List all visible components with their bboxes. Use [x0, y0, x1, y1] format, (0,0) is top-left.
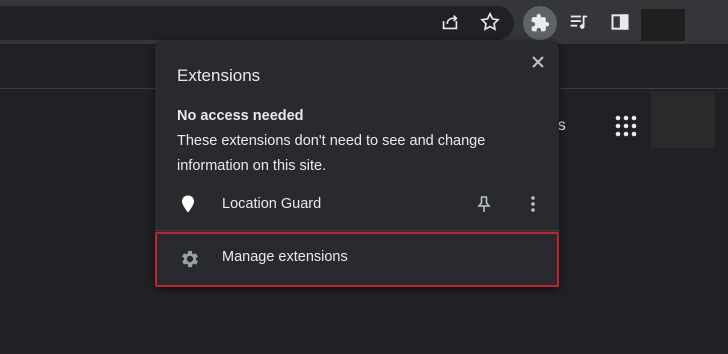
more-options-icon[interactable] — [523, 193, 543, 215]
media-queue-icon[interactable] — [567, 10, 591, 34]
section-heading: No access needed — [177, 108, 304, 124]
location-pin-icon — [178, 194, 198, 214]
manage-extensions-button[interactable]: Manage extensions — [155, 232, 559, 287]
section-description: These extensions don't need to see and c… — [177, 133, 486, 174]
manage-extensions-label: Manage extensions — [222, 249, 348, 265]
popup-title: Extensions — [177, 66, 261, 85]
popup-divider — [155, 230, 559, 231]
address-bar[interactable] — [0, 6, 514, 40]
close-icon[interactable] — [527, 51, 549, 73]
extensions-puzzle-icon[interactable] — [523, 6, 557, 40]
profile-avatar[interactable] — [641, 9, 685, 41]
side-panel-icon[interactable] — [608, 10, 632, 34]
extension-name[interactable]: Location Guard — [222, 196, 321, 212]
pin-icon[interactable] — [473, 193, 495, 215]
apps-grid-icon[interactable] — [614, 114, 638, 138]
share-icon[interactable] — [438, 10, 462, 34]
extension-row[interactable]: Location Guard — [155, 187, 559, 221]
gear-icon — [179, 248, 201, 270]
extensions-popup: Extensions No access needed These extens… — [155, 41, 559, 287]
browser-toolbar — [0, 0, 728, 44]
bookmark-star-icon[interactable] — [478, 10, 502, 34]
page-avatar-image[interactable] — [651, 92, 715, 148]
